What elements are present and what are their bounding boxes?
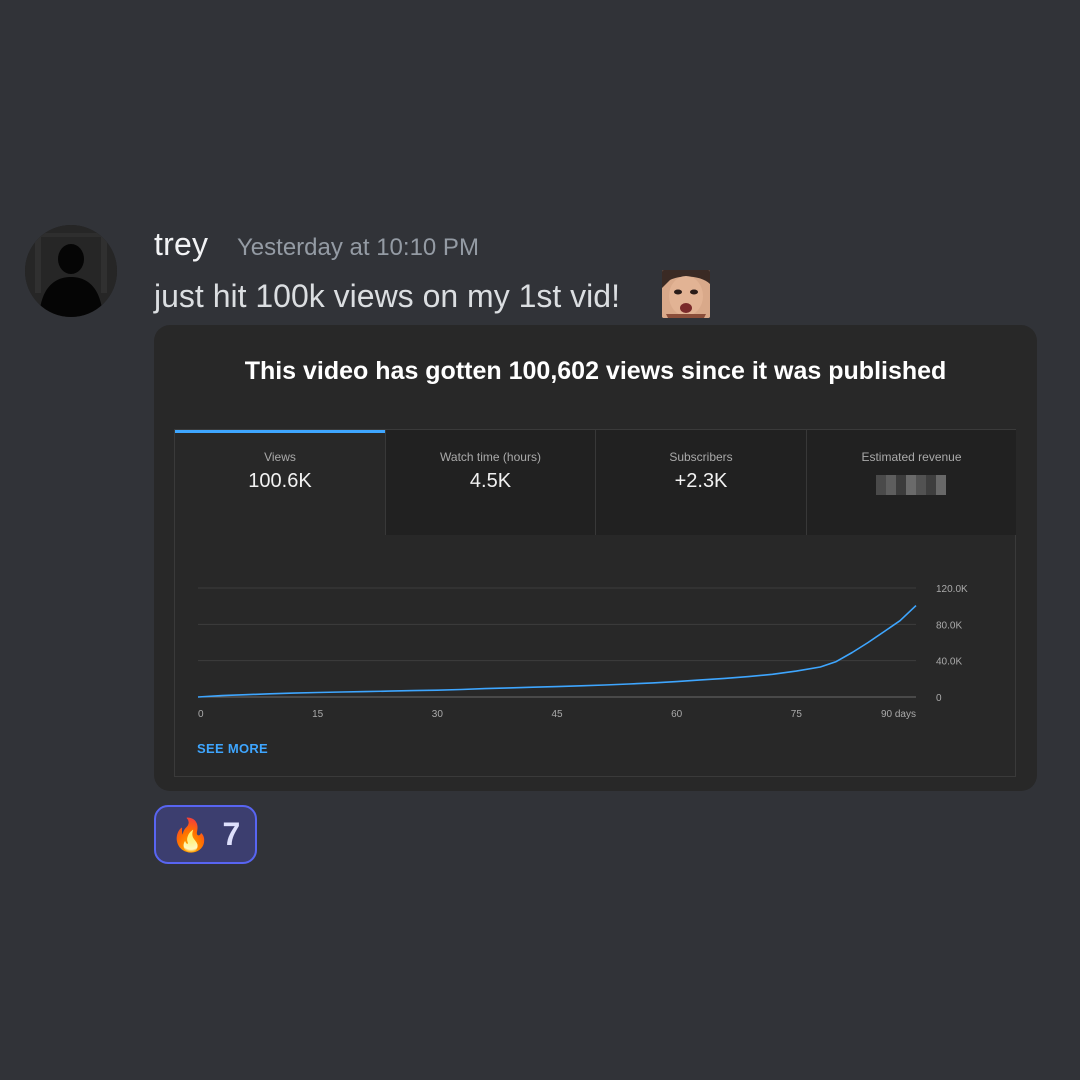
x-tick-label: 15: [312, 709, 324, 720]
pogchamp-face-emote-icon: [662, 270, 710, 318]
see-more-link[interactable]: SEE MORE: [197, 741, 268, 756]
metric-label: Subscribers: [669, 450, 733, 464]
x-tick-label: 30: [432, 709, 444, 720]
fire-reaction-button[interactable]: 🔥 7: [154, 805, 257, 864]
x-tick-label: 90 days: [881, 709, 916, 720]
y-tick-label: 0: [936, 693, 942, 704]
message-timestamp: Yesterday at 10:10 PM: [237, 234, 479, 261]
reaction-count: 7: [222, 816, 241, 852]
metric-label: Watch time (hours): [440, 450, 541, 464]
metric-value: 100.6K: [248, 470, 312, 492]
metric-label: Views: [264, 450, 296, 464]
metric-tab-views[interactable]: Views 100.6K: [175, 430, 385, 535]
discord-message-view: trey Yesterday at 10:10 PM just hit 100k…: [0, 0, 1080, 1080]
metric-value: 4.5K: [469, 470, 512, 492]
metric-value: +2.3K: [674, 470, 728, 492]
message-author[interactable]: trey: [154, 226, 208, 263]
y-tick-label: 40.0K: [936, 657, 962, 668]
x-tick-label: 75: [791, 709, 803, 720]
user-silhouette-icon: [25, 225, 117, 317]
redacted-revenue-value: [876, 475, 946, 495]
metric-tab-subscribers[interactable]: Subscribers +2.3K: [595, 430, 806, 535]
y-tick-label: 120.0K: [936, 584, 968, 595]
metric-label: Estimated revenue: [861, 450, 962, 464]
user-avatar[interactable]: [25, 225, 117, 317]
y-tick-label: 80.0K: [936, 620, 962, 631]
fire-icon: 🔥: [170, 816, 211, 853]
views-line-chart: 0 40.0K 80.0K 120.0K 0 15 30 45 60 75 90 days: [197, 584, 968, 720]
metric-tab-watch-time[interactable]: Watch time (hours) 4.5K: [385, 430, 595, 535]
x-tick-label: 45: [551, 709, 563, 720]
embed-title: This video has gotten 100,602 views sinc…: [244, 357, 947, 385]
x-tick-label: 0: [198, 709, 204, 720]
x-tick-label: 60: [671, 709, 683, 720]
message-content: just hit 100k views on my 1st vid!: [154, 278, 620, 314]
views-series-line: [197, 605, 917, 698]
